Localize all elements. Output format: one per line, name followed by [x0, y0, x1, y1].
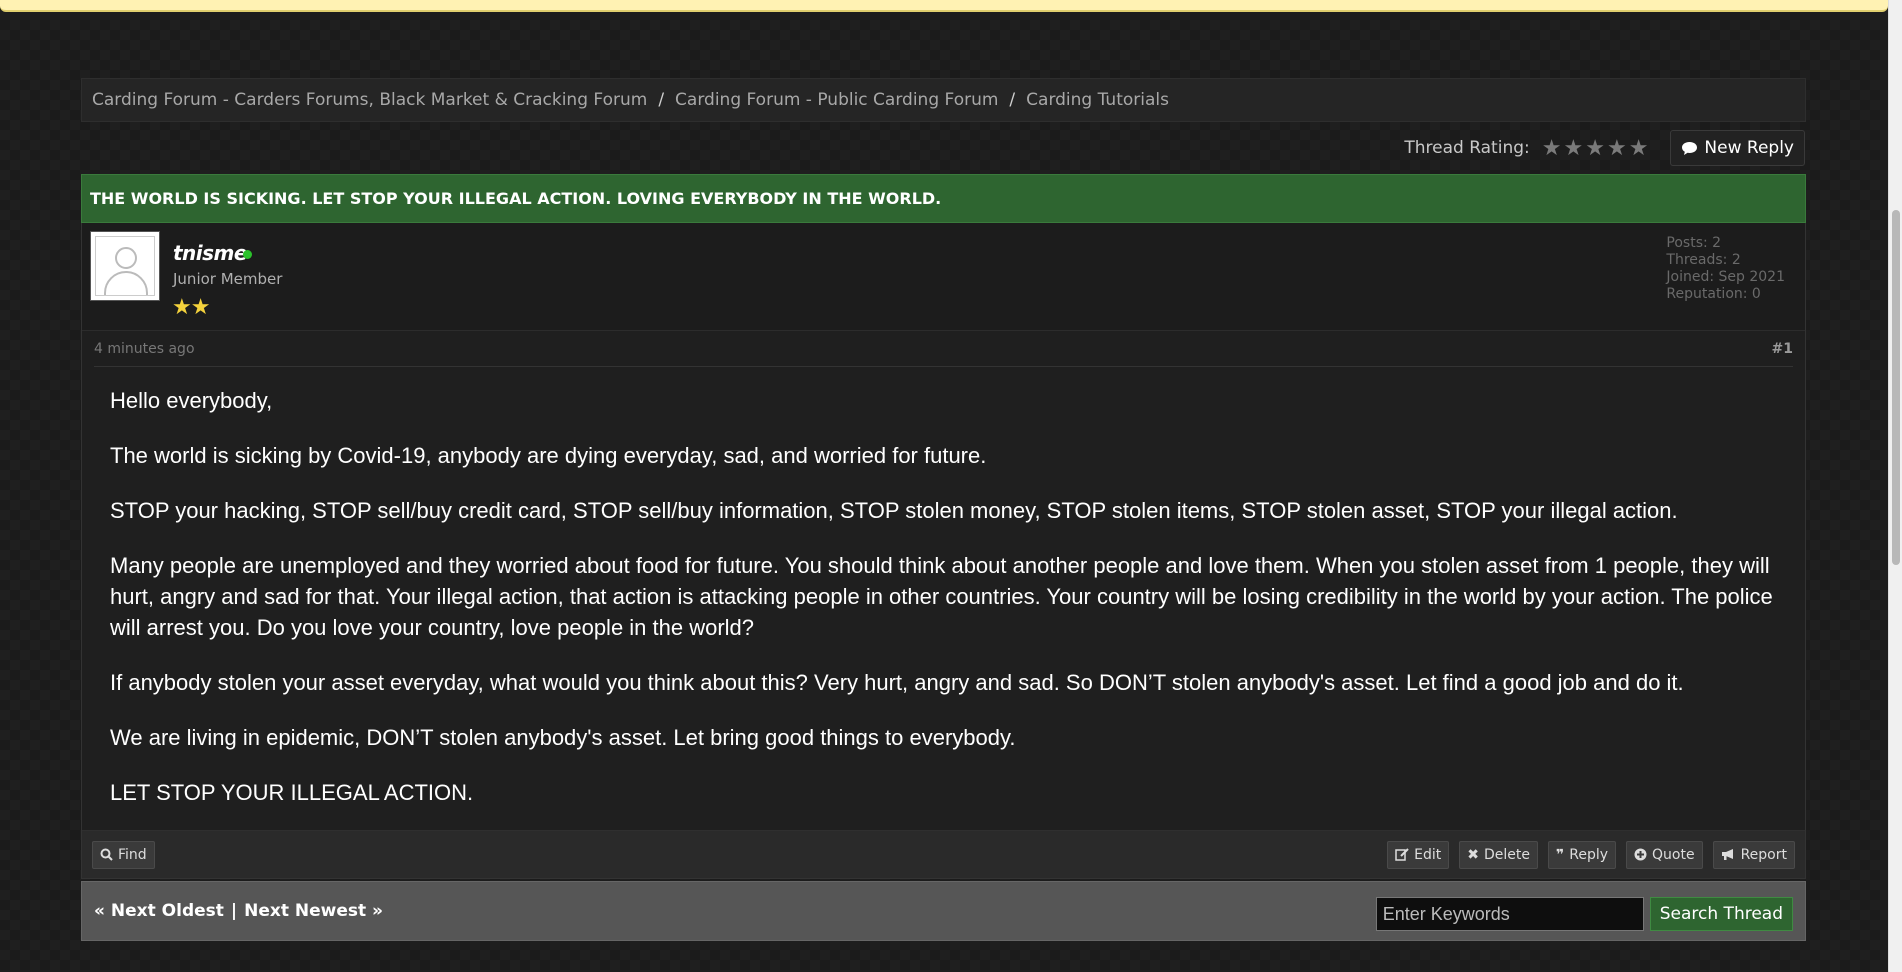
user-threads-count: Threads: 2 — [1666, 252, 1741, 268]
next-oldest-link[interactable]: « Next Oldest — [94, 901, 224, 921]
post-paragraph: Many people are unemployed and they worr… — [110, 553, 1773, 640]
reply-label: Reply — [1569, 846, 1609, 863]
scrollbar-thumb[interactable] — [1892, 210, 1900, 565]
post: tnisme Junior Member ★★ Posts: 2 Threads… — [81, 223, 1806, 879]
delete-button[interactable]: ✖ Delete — [1459, 840, 1539, 869]
thread-navigation-bar: « Next Oldest | Next Newest » Search Thr… — [81, 881, 1806, 941]
thread-rating-row: Thread Rating: ★ ★ ★ ★ ★ New Reply — [81, 122, 1806, 174]
plus-circle-icon — [1634, 848, 1647, 861]
quote-label: Quote — [1652, 846, 1695, 863]
post-paragraph: If anybody stolen your asset everyday, w… — [110, 670, 1684, 695]
new-reply-button[interactable]: New Reply — [1670, 130, 1805, 166]
thread-title: THE WORLD IS SICKING. LET STOP YOUR ILLE… — [90, 189, 942, 208]
page-scrollbar[interactable] — [1888, 0, 1902, 972]
breadcrumb-separator: / — [658, 90, 665, 110]
quote-marks-icon: ❞ — [1556, 846, 1565, 863]
megaphone-icon — [1721, 849, 1733, 860]
post-action-buttons: Edit ✖ Delete ❞ Reply Quote Report — [1387, 840, 1795, 869]
post-timestamp: 4 minutes ago — [94, 340, 195, 357]
find-label: Find — [118, 846, 147, 863]
reply-button[interactable]: ❞ Reply — [1548, 840, 1617, 869]
user-reputation: Reputation: 0 — [1666, 286, 1761, 302]
search-icon — [100, 848, 113, 861]
quote-button[interactable]: Quote — [1626, 840, 1703, 869]
avatar[interactable] — [90, 231, 160, 301]
breadcrumb: Carding Forum - Carders Forums, Black Ma… — [81, 78, 1806, 122]
thread-navigation: « Next Oldest | Next Newest » — [94, 901, 383, 921]
post-paragraph: We are living in epidemic, DON’T stolen … — [110, 725, 1016, 750]
user-joined-date: Joined: Sep 2021 — [1666, 269, 1785, 285]
new-reply-label: New Reply — [1704, 138, 1794, 158]
speech-bubble-icon — [1682, 141, 1698, 155]
thread-container: Carding Forum - Carders Forums, Black Ma… — [81, 78, 1806, 941]
thread-title-bar: THE WORLD IS SICKING. LET STOP YOUR ILLE… — [81, 174, 1806, 223]
post-paragraph: LET STOP YOUR ILLEGAL ACTION. — [110, 780, 474, 805]
post-paragraph: The world is sicking by Covid-19, anybod… — [110, 443, 987, 468]
online-status-icon — [243, 250, 252, 259]
thread-rating-label: Thread Rating: — [1404, 138, 1530, 158]
post-actions: Find Edit ✖ Delete ❞ Reply Quote Report — [82, 830, 1805, 878]
rating-star-icon[interactable]: ★ — [1585, 137, 1605, 159]
thread-rating-stars[interactable]: ★ ★ ★ ★ ★ — [1542, 137, 1649, 159]
search-thread-button[interactable]: Search Thread — [1649, 897, 1793, 931]
rating-star-icon[interactable]: ★ — [1542, 137, 1562, 159]
user-posts-count: Posts: 2 — [1666, 235, 1722, 251]
user-stats: Posts: 2 Threads: 2 Joined: Sep 2021 Rep… — [1666, 235, 1785, 303]
edit-label: Edit — [1414, 846, 1442, 863]
report-label: Report — [1740, 846, 1787, 863]
user-title: Junior Member — [173, 270, 283, 288]
post-paragraph: STOP your hacking, STOP sell/buy credit … — [110, 498, 1678, 523]
report-button[interactable]: Report — [1712, 840, 1795, 869]
post-paragraph: Hello everybody, — [110, 388, 273, 413]
edit-button[interactable]: Edit — [1387, 840, 1450, 869]
thread-search: Search Thread — [1375, 897, 1793, 931]
breadcrumb-link-forum-home[interactable]: Carding Forum - Carders Forums, Black Ma… — [92, 90, 647, 110]
delete-label: Delete — [1484, 846, 1531, 863]
search-input[interactable] — [1375, 897, 1644, 931]
post-permalink[interactable]: #1 — [1772, 341, 1793, 357]
rating-star-icon[interactable]: ★ — [1563, 137, 1583, 159]
breadcrumb-link-tutorials[interactable]: Carding Tutorials — [1026, 90, 1169, 110]
post-meta: 4 minutes ago #1 — [94, 331, 1793, 367]
default-avatar-icon — [95, 236, 155, 296]
post-body: Hello everybody, The world is sicking by… — [82, 367, 1805, 830]
x-icon: ✖ — [1467, 846, 1480, 863]
next-newest-link[interactable]: Next Newest » — [244, 901, 383, 921]
find-button[interactable]: Find — [92, 840, 155, 869]
post-username[interactable]: tnisme — [173, 241, 247, 265]
breadcrumb-separator: / — [1009, 90, 1016, 110]
pencil-square-icon — [1395, 848, 1409, 861]
user-rank-stars-icon: ★★ — [172, 294, 210, 319]
nav-separator: | — [230, 901, 238, 921]
rating-star-icon[interactable]: ★ — [1629, 137, 1649, 159]
rating-star-icon[interactable]: ★ — [1607, 137, 1627, 159]
post-author-block: tnisme Junior Member ★★ Posts: 2 Threads… — [82, 223, 1805, 331]
breadcrumb-link-public-forum[interactable]: Carding Forum - Public Carding Forum — [675, 90, 998, 110]
notice-banner — [0, 0, 1888, 12]
